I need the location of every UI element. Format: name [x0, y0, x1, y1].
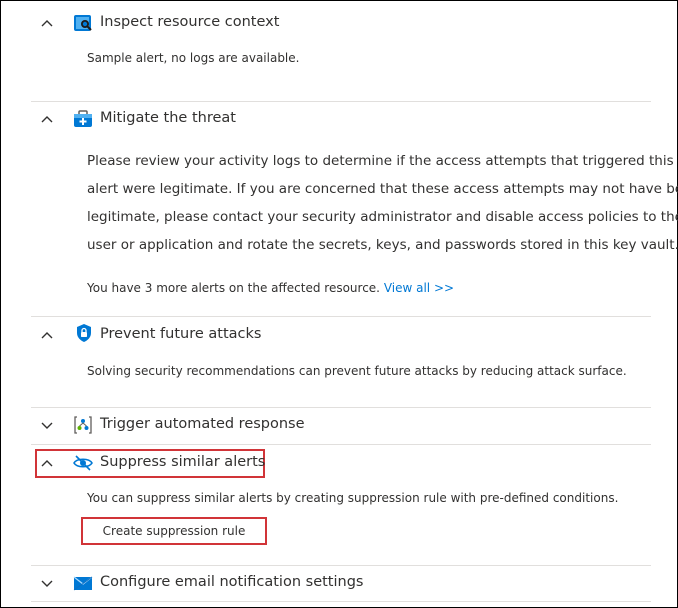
divider [31, 601, 651, 602]
create-suppression-rule-button[interactable]: Create suppression rule [81, 517, 267, 545]
suppress-body-text: You can suppress similar alerts by creat… [87, 491, 619, 505]
section-title-inspect[interactable]: Inspect resource context [100, 14, 279, 30]
chevron-up-icon[interactable] [39, 327, 55, 343]
divider [31, 444, 651, 445]
section-title-suppress[interactable]: Suppress similar alerts [100, 454, 265, 470]
more-alerts-text: You have 3 more alerts on the affected r… [87, 281, 380, 295]
section-title-mitigate[interactable]: Mitigate the threat [100, 110, 236, 126]
section-title-prevent[interactable]: Prevent future attacks [100, 326, 261, 342]
chevron-down-icon[interactable] [39, 575, 55, 591]
prevent-body-text: Solving security recommendations can pre… [87, 364, 627, 378]
automation-icon [73, 415, 93, 435]
divider [31, 101, 651, 102]
mitigate-paragraph-line: Please review your activity logs to dete… [87, 153, 674, 169]
chevron-up-icon[interactable] [39, 15, 55, 31]
medkit-icon [73, 109, 93, 129]
divider [31, 407, 651, 408]
eye-hidden-icon [73, 453, 93, 473]
section-title-trigger[interactable]: Trigger automated response [100, 416, 305, 432]
envelope-icon [73, 573, 93, 593]
divider [31, 316, 651, 317]
inspect-body-text: Sample alert, no logs are available. [87, 51, 300, 65]
section-title-email[interactable]: Configure email notification settings [100, 574, 363, 590]
inspect-resource-icon [73, 13, 93, 33]
mitigate-paragraph: Please review your activity logs to dete… [87, 147, 678, 259]
mitigate-paragraph-line: alert were legitimate. If you are concer… [87, 181, 678, 197]
mitigate-paragraph-line: legitimate, please contact your security… [87, 209, 678, 225]
view-all-link[interactable]: View all >> [384, 281, 454, 295]
chevron-down-icon[interactable] [39, 417, 55, 433]
chevron-up-icon[interactable] [39, 455, 55, 471]
mitigate-paragraph-line: user or application and rotate the secre… [87, 237, 678, 253]
alert-details-panel: Inspect resource context Sample alert, n… [0, 0, 678, 608]
chevron-up-icon[interactable] [39, 111, 55, 127]
shield-lock-icon [74, 323, 94, 343]
divider [31, 565, 651, 566]
more-alerts-line: You have 3 more alerts on the affected r… [87, 281, 454, 295]
